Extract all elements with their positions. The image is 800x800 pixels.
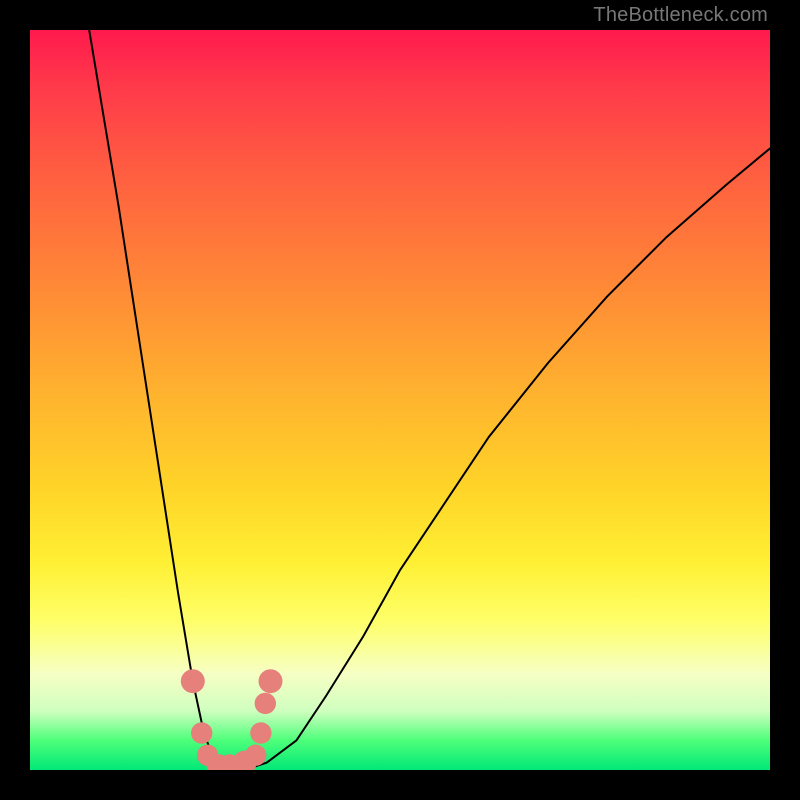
plot-area [30, 30, 770, 770]
curve-marker [255, 693, 276, 714]
curve-marker [191, 722, 212, 743]
watermark-text: TheBottleneck.com [593, 4, 768, 27]
curve-marker [181, 669, 205, 693]
curve-marker [245, 745, 266, 766]
curve-marker [250, 722, 271, 743]
chart-frame: TheBottleneck.com [0, 0, 800, 800]
curve-marker [259, 669, 283, 693]
bottleneck-curve [30, 30, 770, 770]
